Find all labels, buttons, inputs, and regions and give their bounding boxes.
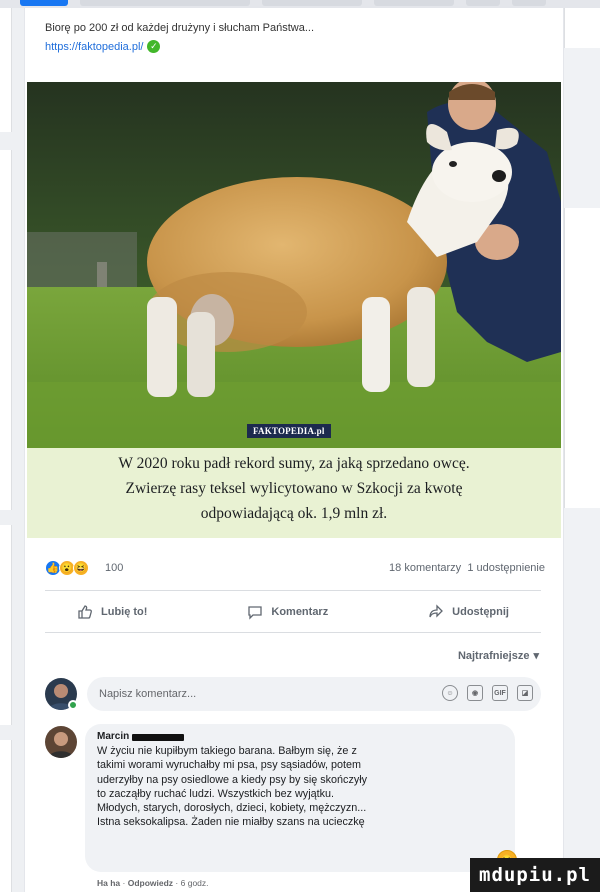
comments-count[interactable]: 18 komentarzy [389,562,461,574]
post-link[interactable]: https://faktopedia.pl/ ✓ [45,40,161,53]
sheep-photo [27,82,561,448]
left-sidebar-card [0,740,12,892]
share-label: Udostępnij [452,606,509,618]
browser-tab-strip [0,0,600,8]
comment-bubble: Marcin W życiu nie kupiłbym takiego bara… [85,724,515,872]
haha-reaction-icon: 😆 [73,560,89,576]
comment-sort-dropdown[interactable]: Najtrafniejsze ▾ [457,649,539,663]
comment-author-name[interactable]: Marcin [97,730,129,744]
post-link-text[interactable]: https://faktopedia.pl/ [45,41,143,53]
comment-label: Komentarz [271,606,329,618]
camera-icon[interactable]: ◉ [467,685,483,701]
headline-line: W 2020 roku padł rekord sumy, za jaką sp… [118,455,470,472]
like-label: Lubię to! [101,606,148,618]
comment-time[interactable]: 6 godz. [181,878,209,888]
divider [45,632,541,633]
checkmark-icon: ✓ [147,40,161,53]
post-actions: Lubię to! Komentarz Udostępnij [45,598,541,626]
headline-line: odpowiadającą ok. 1,9 mln zł. [200,505,388,522]
comment-composer: ☺ ◉ GIF ◪ [45,676,541,712]
comment-meta: Ha ha · Odpowiedz · 6 godz. [97,878,209,888]
tab-indicator[interactable] [512,0,546,6]
divider [45,590,541,591]
share-arrow-icon [429,604,444,618]
tab-indicator[interactable] [374,0,454,6]
post-caption: Biorę po 200 zł od każdej drużyny i słuc… [45,22,315,34]
like-button[interactable]: Lubię to! [45,600,179,624]
thumbs-up-icon [78,605,92,619]
commenter-avatar-image [45,726,77,758]
reaction-icons[interactable]: 👍 😮 😆 [45,560,89,576]
right-sidebar-card [564,208,600,508]
composer-tools: ☺ ◉ GIF ◪ [442,685,533,701]
commenter-avatar[interactable] [45,726,77,758]
comment-share-counts[interactable]: 18 komentarzy 1 udostępnienie [389,562,545,574]
comment-line: W życiu nie kupiłbym takiego barana. Bał… [97,745,357,758]
tab-indicator[interactable] [80,0,250,6]
sort-label: Najtrafniejsze [457,649,530,662]
sticker-icon[interactable]: ◪ [517,685,533,701]
left-sidebar-card [0,8,12,132]
post-photo[interactable]: FAKTOPEDIA.pl [27,82,561,448]
comment-author[interactable]: Marcin [97,730,503,744]
right-sidebar-card [564,8,600,48]
comment-line: uderzyłby na psy osiedlowe a kiedy psy b… [97,773,368,786]
left-sidebar-card [0,150,12,510]
redacted-surname [132,733,185,741]
caret-down-icon: ▾ [533,650,539,662]
comment-button[interactable]: Komentarz [215,600,360,624]
online-status-dot [68,700,78,710]
left-sidebar-card [0,525,12,725]
emoji-icon[interactable]: ☺ [442,685,458,701]
share-button[interactable]: Udostępnij [396,600,541,624]
feed-post: Biorę po 200 zł od każdej drużyny i słuc… [24,8,564,892]
comment-line: takimi worami wyruchałby mi psa, psy sąs… [97,759,362,772]
headline-line: Zwierzę rasy teksel wylicytowano w Szkoc… [125,480,463,497]
tab-indicator[interactable] [262,0,362,6]
haha-link[interactable]: Ha ha [97,878,120,888]
tab-indicator-active[interactable] [20,0,68,6]
comment-bubble-icon [248,606,263,620]
right-sidebar [564,8,600,892]
gif-icon[interactable]: GIF [492,685,508,701]
shares-count[interactable]: 1 udostępnienie [467,562,545,574]
comment-line: to zacząłby ruchać ludzi. Wszystkich bez… [97,787,335,800]
comment-line: Istna seksokalipsa. Żaden nie miałby sza… [97,816,365,829]
tab-indicator[interactable] [466,0,500,6]
post-headline: W 2020 roku padł rekord sumy, za jaką sp… [27,448,561,538]
comment-text: W życiu nie kupiłbym takiego barana. Bał… [97,744,503,829]
watermark-logo: FAKTOPEDIA.pl [247,424,331,438]
site-watermark-logo: mdupiu.pl [470,858,600,892]
post-stats: 👍 😮 😆 100 18 komentarzy 1 udostępnienie [45,560,545,578]
comment-line: Młodych, starych, dorosłych, dzieci, kob… [97,802,367,815]
reply-link[interactable]: Odpowiedz [128,878,173,888]
reaction-count[interactable]: 100 [105,562,123,574]
